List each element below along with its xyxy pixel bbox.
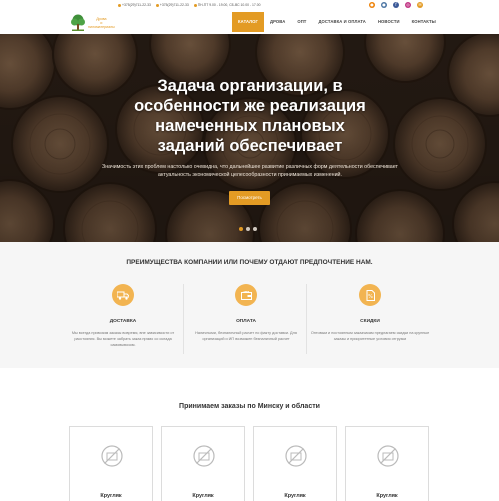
divider xyxy=(306,284,307,354)
slider-dot[interactable] xyxy=(246,227,250,231)
product-card[interactable]: Кругляк xyxy=(253,426,337,501)
top-bar: +375(29)711-22-33 +375(29)711-22-33 ПН-П… xyxy=(0,0,499,12)
product-name: Кругляк xyxy=(100,493,122,499)
main-nav: КАТАЛОГ ДРОВА ОПТ ДОСТАВКА И ОПЛАТА НОВО… xyxy=(232,12,442,32)
mail-icon[interactable]: ✉ xyxy=(417,2,423,8)
contact-strip: +375(29)711-22-33 +375(29)711-22-33 ПН-П… xyxy=(118,3,261,7)
feature-name: ОПЛАТА xyxy=(236,319,256,324)
product-card[interactable]: Кругляк xyxy=(345,426,429,501)
feature-description: Оптовым и постоянным заказчикам предлага… xyxy=(310,331,430,341)
wallet-icon xyxy=(235,284,257,306)
nav-item-contacts[interactable]: КОНТАКТЫ xyxy=(406,12,442,32)
header: Дрова и пиломатериалы КАТАЛОГ ДРОВА ОПТ … xyxy=(0,12,499,34)
clock-icon xyxy=(193,3,197,7)
slider-dots xyxy=(239,227,257,231)
product-name: Кругляк xyxy=(284,493,306,499)
phone-1[interactable]: +375(29)711-22-33 xyxy=(118,3,151,7)
feature-name: СКИДКИ xyxy=(360,319,380,324)
hero-title: Задача организации, в особенности же реа… xyxy=(134,77,366,155)
product-name: Кругляк xyxy=(192,493,214,499)
feature-delivery: ДОСТАВКА Мы всегда привозим заказы вовре… xyxy=(63,284,183,348)
feature-description: Наличными, безналичный расчет по факту д… xyxy=(195,331,297,341)
product-card[interactable]: Кругляк xyxy=(161,426,245,501)
slider-dot[interactable] xyxy=(239,227,243,231)
truck-icon xyxy=(112,284,134,306)
feature-description: Мы всегда привозим заказы вовремя, вне з… xyxy=(71,331,175,347)
vk-icon[interactable]: ● xyxy=(381,2,387,8)
phone-2[interactable]: +375(29)711-22-33 xyxy=(155,3,189,7)
feature-payment: ОПЛАТА Наличными, безналичный расчет по … xyxy=(186,284,306,342)
social-links: ● ● f ◎ ✉ xyxy=(369,2,423,8)
products-section: Принимаем заказы по Минску и области Кру… xyxy=(0,368,499,501)
feature-name: ДОСТАВКА xyxy=(109,319,137,324)
logo-text: Дрова и пиломатериалы xyxy=(88,17,115,29)
logo[interactable]: Дрова и пиломатериалы xyxy=(70,14,115,32)
nav-item-catalog[interactable]: КАТАЛОГ xyxy=(232,12,265,32)
working-hours: ПН-ПТ 9.00 - 19.00, СБ-ВС 10.00 - 17.00 xyxy=(193,3,261,7)
no-image-icon xyxy=(193,445,215,467)
view-button[interactable]: Посмотреть xyxy=(229,191,270,205)
no-image-icon xyxy=(285,445,307,467)
feature-discounts: % СКИДКИ Оптовым и постоянным заказчикам… xyxy=(310,284,430,342)
nav-item-wholesale[interactable]: ОПТ xyxy=(291,12,312,32)
product-card[interactable]: Кругляк xyxy=(69,426,153,501)
nav-item-news[interactable]: НОВОСТИ xyxy=(372,12,406,32)
hero-slider: Задача организации, в особенности же реа… xyxy=(0,34,499,242)
ok-icon[interactable]: ● xyxy=(369,2,375,8)
product-name: Кругляк xyxy=(376,493,398,499)
slider-dot[interactable] xyxy=(253,227,257,231)
advantages-title: ПРЕИМУЩЕСТВА КОМПАНИИ ИЛИ ПОЧЕМУ ОТДАЮТ … xyxy=(126,259,373,266)
phone-icon xyxy=(118,3,121,7)
tree-logo-icon xyxy=(71,14,85,31)
no-image-icon xyxy=(377,445,399,467)
phone-icon xyxy=(155,3,159,7)
nav-item-firewood[interactable]: ДРОВА xyxy=(264,12,291,32)
discount-tag-icon: % xyxy=(359,284,381,306)
products-title: Принимаем заказы по Минску и области xyxy=(179,403,320,410)
page: +375(29)711-22-33 +375(29)711-22-33 ПН-П… xyxy=(0,0,499,501)
divider xyxy=(183,284,184,354)
nav-item-delivery-payment[interactable]: ДОСТАВКА И ОПЛАТА xyxy=(312,12,371,32)
instagram-icon[interactable]: ◎ xyxy=(405,2,411,8)
no-image-icon xyxy=(101,445,123,467)
hero-subtitle: Значимость этих проблем настолько очевид… xyxy=(102,164,398,178)
advantages-section: ПРЕИМУЩЕСТВА КОМПАНИИ ИЛИ ПОЧЕМУ ОТДАЮТ … xyxy=(0,242,499,368)
svg-text:%: % xyxy=(368,294,373,300)
facebook-icon[interactable]: f xyxy=(393,2,399,8)
